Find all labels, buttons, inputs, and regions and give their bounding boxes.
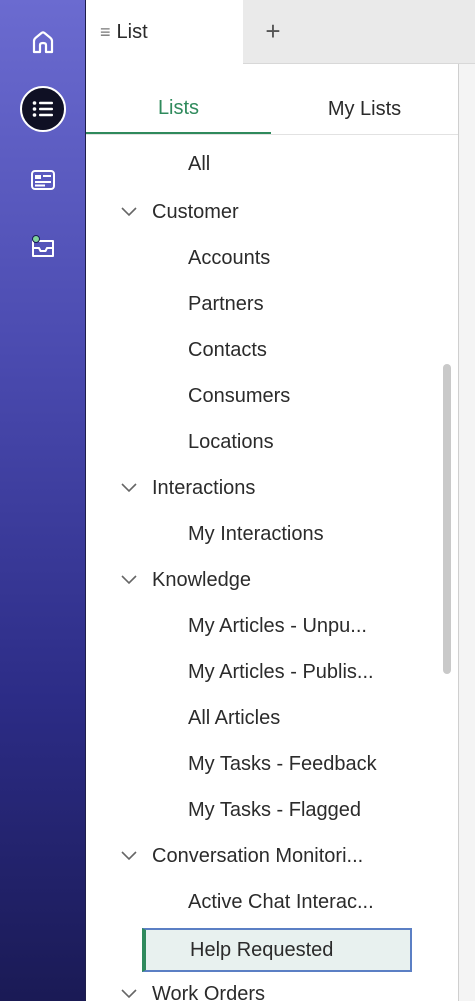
group-customer[interactable]: Customer — [86, 190, 431, 234]
tab-lists[interactable]: Lists — [86, 84, 271, 135]
chevron-down-icon — [120, 847, 138, 865]
tab-my-lists[interactable]: My Lists — [271, 84, 458, 134]
tab-list[interactable]: ≡ List — [86, 0, 243, 64]
menu-icon: ≡ — [100, 21, 111, 42]
list-item[interactable]: My Tasks - Feedback — [86, 742, 431, 786]
content-edge — [459, 64, 475, 1001]
dashboard-icon[interactable] — [21, 158, 65, 202]
group-label: Customer — [152, 200, 239, 223]
list-icon[interactable] — [20, 86, 66, 132]
group-label: Conversation Monitori... — [152, 844, 364, 867]
group-work-orders[interactable]: Work Orders — [86, 972, 431, 1001]
list-item-selected[interactable]: Help Requested — [142, 928, 412, 972]
home-icon[interactable] — [21, 20, 65, 64]
list-subtabs: Lists My Lists — [86, 84, 458, 136]
list-item[interactable]: My Interactions — [86, 512, 431, 556]
list-item[interactable]: Accounts — [86, 236, 431, 280]
group-label: Knowledge — [152, 568, 251, 591]
scrollbar[interactable] — [440, 364, 454, 674]
group-label: Interactions — [152, 476, 256, 499]
add-tab-button[interactable]: + — [258, 16, 288, 46]
app-frame: ≡ List + Lists My Lists All Customer Acc… — [0, 0, 475, 1001]
list-item[interactable]: My Tasks - Flagged — [86, 788, 431, 832]
list-item[interactable]: Locations — [86, 420, 431, 464]
list-item[interactable]: Consumers — [86, 374, 431, 418]
group-label: Work Orders — [152, 982, 265, 1001]
scrollbar-thumb[interactable] — [443, 364, 451, 674]
chevron-down-icon — [120, 571, 138, 589]
list-item[interactable]: Active Chat Interac... — [86, 880, 431, 924]
tab-list-label: List — [116, 20, 148, 43]
tab-strip: ≡ List + — [86, 0, 475, 64]
chevron-down-icon — [120, 479, 138, 497]
list-item[interactable]: Contacts — [86, 328, 431, 372]
group-interactions[interactable]: Interactions — [86, 466, 431, 510]
chevron-down-icon — [120, 985, 138, 1001]
list-item[interactable]: All Articles — [86, 696, 431, 740]
group-conversation-monitoring[interactable]: Conversation Monitori... — [86, 834, 431, 878]
inbox-icon[interactable] — [21, 224, 65, 268]
subtabs-divider — [86, 134, 458, 135]
list-item[interactable]: My Articles - Publis... — [86, 650, 431, 694]
list-item[interactable]: Partners — [86, 282, 431, 326]
lists-panel: Lists My Lists All Customer Accounts Par… — [86, 64, 459, 1001]
list-item[interactable]: My Articles - Unpu... — [86, 604, 431, 648]
list-item-all[interactable]: All — [86, 142, 431, 186]
chevron-down-icon — [120, 203, 138, 221]
app-rail — [0, 0, 86, 1001]
group-knowledge[interactable]: Knowledge — [86, 558, 431, 602]
